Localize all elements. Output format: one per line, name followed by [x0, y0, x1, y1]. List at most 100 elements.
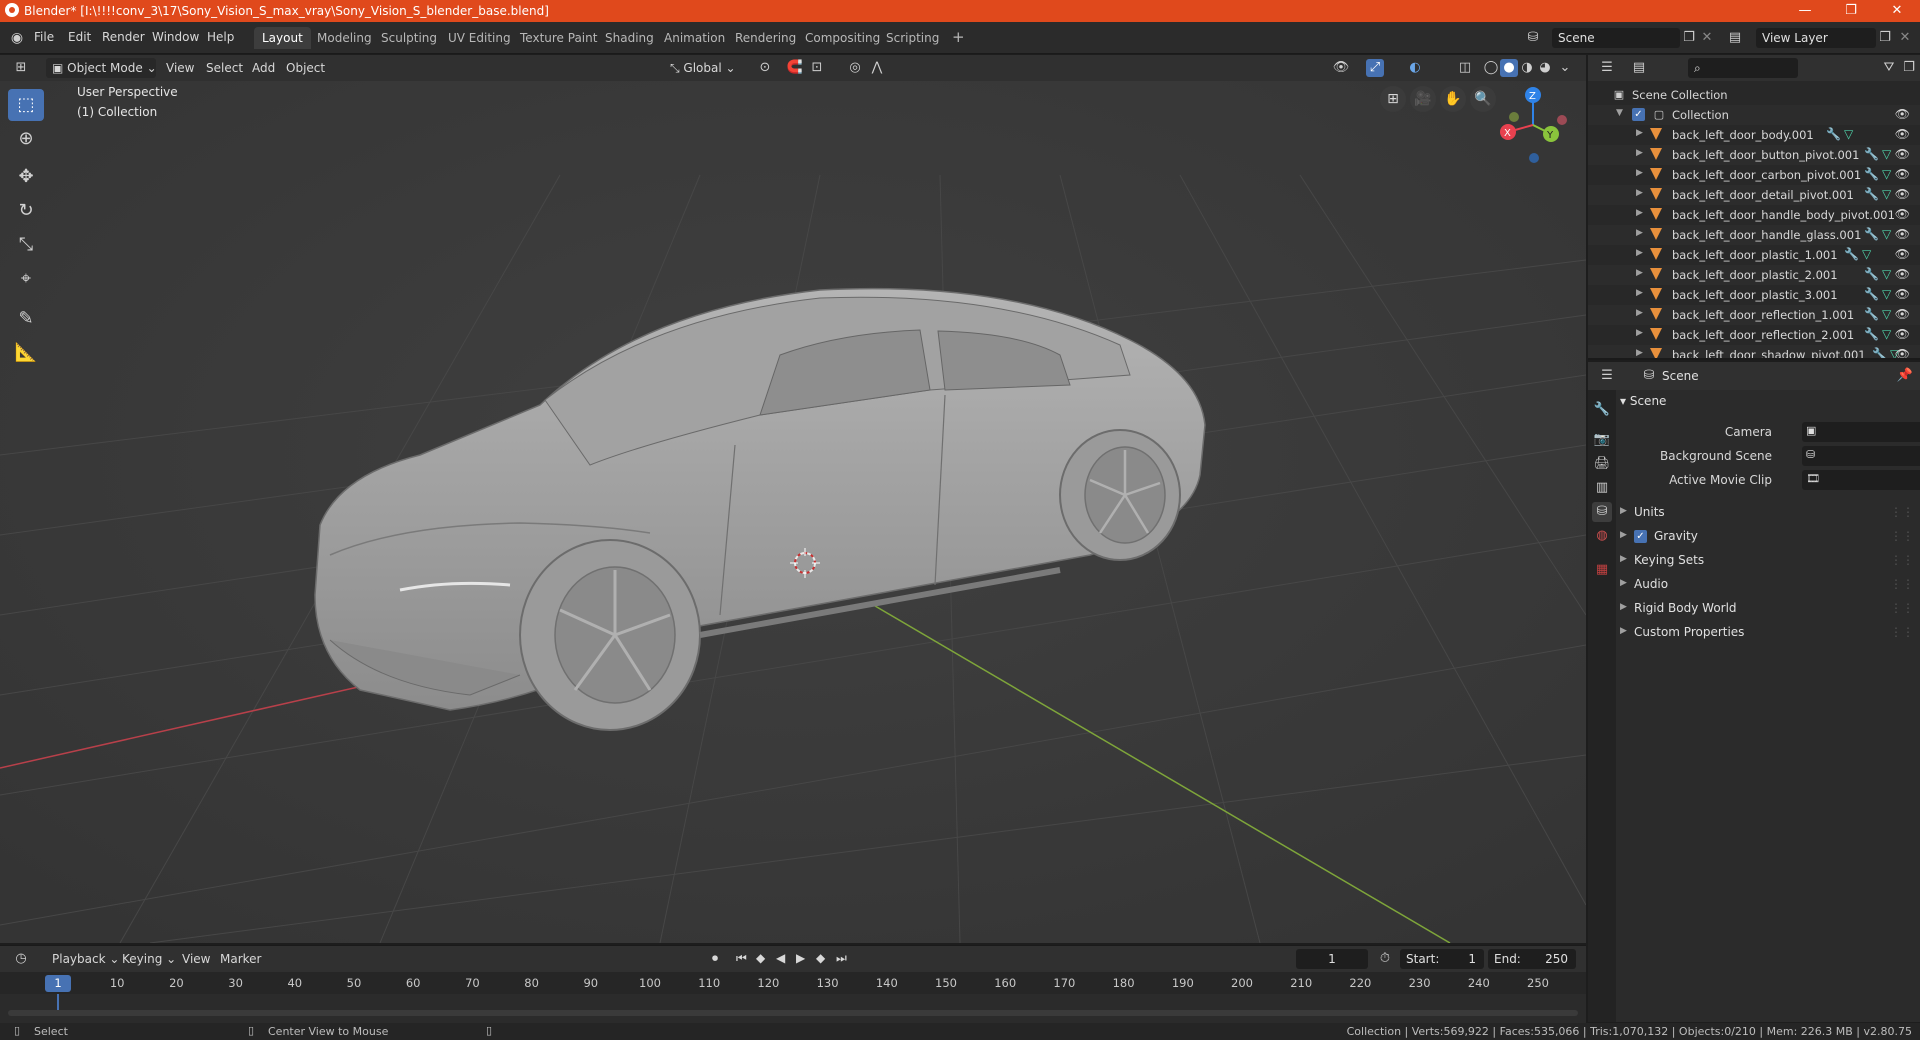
drag-handle-icon[interactable]: ⋮⋮ — [1890, 625, 1914, 639]
tab-layout[interactable]: Layout — [254, 27, 311, 49]
measure-tool-icon[interactable]: 📐 — [8, 337, 44, 369]
eye-icon[interactable]: 👁 — [1895, 327, 1910, 341]
collapse-arrow-icon[interactable]: ▼ — [1616, 108, 1623, 118]
outliner-search-input[interactable]: ⌕ — [1688, 58, 1798, 78]
eye-icon[interactable]: 👁 — [1895, 127, 1910, 141]
snap-target-icon[interactable]: ⊡ — [808, 59, 826, 77]
tab-animation[interactable]: Animation — [656, 27, 733, 49]
mesh-data-icon[interactable]: ▽ — [1882, 307, 1891, 321]
viewport-menu-select[interactable]: Select — [200, 58, 249, 78]
outliner-object-row[interactable]: ▶ back_left_door_plastic_2.001 🔧 ▽ 👁 — [1588, 265, 1920, 285]
expand-arrow-icon[interactable]: ▶ — [1636, 288, 1643, 298]
pivot-point-icon[interactable]: ⊙ — [756, 59, 774, 77]
outliner-object-row[interactable]: ▶ back_left_door_handle_body_pivot.001 👁 — [1588, 205, 1920, 225]
render-tab-icon[interactable]: 📷 — [1592, 430, 1612, 450]
eye-icon[interactable]: 👁 — [1895, 227, 1910, 241]
mesh-data-icon[interactable]: ▽ — [1882, 167, 1891, 181]
expand-arrow-icon[interactable]: ▶ — [1636, 268, 1643, 278]
outliner-object-row[interactable]: ▶ back_left_door_body.001 🔧 ▽ 👁 — [1588, 125, 1920, 145]
snap-icon[interactable]: 🧲 — [786, 59, 804, 77]
mesh-data-icon[interactable]: ▽ — [1862, 247, 1871, 261]
tool-tab-icon[interactable]: 🔧 — [1592, 400, 1612, 420]
outliner-object-row[interactable]: ▶ back_left_door_shadow_pivot.001 🔧 ▽ 👁 — [1588, 345, 1920, 358]
viewport-canvas[interactable]: Z X Y — [0, 55, 1586, 943]
modifier-icon[interactable]: 🔧 — [1864, 287, 1879, 301]
expand-arrow-icon[interactable]: ▶ — [1636, 128, 1643, 138]
toggle-grid-view-icon[interactable]: ⊞ — [1380, 86, 1406, 112]
properties-editor-type-icon[interactable]: ☰ — [1598, 367, 1616, 385]
modifier-icon[interactable]: 🔧 — [1864, 167, 1879, 181]
outliner-collection-row[interactable]: ▼ ✓ ▢ Collection 👁 — [1588, 105, 1920, 125]
tab-rendering[interactable]: Rendering — [727, 27, 804, 49]
camera-view-icon[interactable]: 🎥 — [1410, 86, 1436, 112]
subpanel-audio[interactable]: ▶ Audio ⋮⋮ — [1620, 574, 1914, 596]
current-frame-field[interactable]: 1 — [1296, 949, 1368, 969]
play-reverse-icon[interactable]: ◀ — [776, 951, 785, 965]
play-icon[interactable]: ▶ — [796, 951, 805, 965]
transform-orientation-selector[interactable]: ⤡ Global ⌄ — [664, 58, 742, 78]
viewport-menu-view[interactable]: View — [160, 58, 200, 78]
close-button[interactable]: ✕ — [1874, 0, 1920, 22]
view-layer-icon[interactable]: ▤ — [1726, 29, 1744, 47]
new-collection-icon[interactable]: ❐ — [1900, 59, 1918, 77]
3d-viewport[interactable]: Z X Y ⊞ ▣ Object Mode ⌄ View Select Add … — [0, 55, 1586, 943]
scene-icon[interactable]: ⛁ — [1524, 29, 1542, 47]
transform-tool-icon[interactable]: ⌖ — [8, 263, 44, 295]
expand-arrow-icon[interactable]: ▶ — [1636, 228, 1643, 238]
eye-icon[interactable]: 👁 — [1895, 347, 1910, 358]
start-frame-field[interactable]: Start: 1 — [1400, 949, 1484, 969]
drag-handle-icon[interactable]: ⋮⋮ — [1890, 553, 1914, 567]
shading-options-icon[interactable]: ⌄ — [1556, 59, 1574, 77]
jump-keyframe-back-icon[interactable]: ◆ — [756, 951, 765, 965]
modifier-icon[interactable]: 🔧 — [1864, 187, 1879, 201]
eye-icon[interactable]: 👁 — [1895, 287, 1910, 301]
tab-uv-editing[interactable]: UV Editing — [440, 27, 519, 49]
drag-handle-icon[interactable]: ⋮⋮ — [1890, 505, 1914, 519]
material-shading-icon[interactable]: ◑ — [1518, 59, 1536, 77]
subpanel-custom-properties[interactable]: ▶ Custom Properties ⋮⋮ — [1620, 622, 1914, 644]
select-box-tool-icon[interactable]: ⬚ — [8, 89, 44, 121]
modifier-icon[interactable]: 🔧 — [1864, 267, 1879, 281]
background-scene-field[interactable]: ⛁ — [1802, 446, 1920, 466]
modifier-icon[interactable]: 🔧 — [1844, 247, 1859, 261]
timeline-scrollbar[interactable] — [8, 1010, 1578, 1016]
modifier-icon[interactable]: 🔧 — [1872, 347, 1887, 358]
view-layer-tab-icon[interactable]: ▥ — [1592, 478, 1612, 498]
camera-field[interactable]: ▣✒ — [1802, 422, 1920, 442]
jump-start-icon[interactable]: ⏮ — [736, 951, 747, 966]
tab-modeling[interactable]: Modeling — [309, 27, 380, 49]
preview-range-icon[interactable]: ⏱ — [1376, 950, 1394, 968]
modifier-icon[interactable]: 🔧 — [1864, 227, 1879, 241]
visibility-icon[interactable]: 👁 — [1332, 59, 1350, 77]
falloff-icon[interactable]: ⋀ — [868, 59, 886, 77]
timeline-menu-view[interactable]: View — [176, 949, 216, 969]
outliner-object-row[interactable]: ▶ back_left_door_button_pivot.001 🔧 ▽ 👁 — [1588, 145, 1920, 165]
eye-icon[interactable]: 👁 — [1895, 187, 1910, 201]
outliner-object-row[interactable]: ▶ back_left_door_carbon_pivot.001 🔧 ▽ 👁 — [1588, 165, 1920, 185]
expand-arrow-icon[interactable]: ▶ — [1636, 188, 1643, 198]
drag-handle-icon[interactable]: ⋮⋮ — [1890, 601, 1914, 615]
outliner-object-row[interactable]: ▶ back_left_door_plastic_1.001 🔧 ▽ 👁 — [1588, 245, 1920, 265]
gravity-checkbox[interactable]: ✓ — [1634, 530, 1647, 543]
end-frame-field[interactable]: End: 250 — [1488, 949, 1576, 969]
record-icon[interactable]: ⏺ — [712, 951, 718, 966]
wireframe-shading-icon[interactable]: ◯ — [1482, 59, 1500, 77]
texture-tab-icon[interactable]: ▦ — [1592, 560, 1612, 580]
mode-selector[interactable]: ▣ Object Mode ⌄ — [46, 58, 157, 78]
maximize-button[interactable]: ❐ — [1828, 0, 1874, 22]
timeline-menu-keying[interactable]: Keying ⌄ — [116, 949, 182, 969]
modifier-icon[interactable]: 🔧 — [1864, 307, 1879, 321]
add-workspace-button[interactable]: + — [944, 27, 973, 49]
display-mode-icon[interactable]: ▤ — [1630, 59, 1648, 77]
xray-icon[interactable]: ◫ — [1456, 59, 1474, 77]
scene-panel-header[interactable]: ▾ Scene — [1620, 394, 1914, 416]
mesh-data-icon[interactable]: ▽ — [1844, 127, 1853, 141]
outliner-object-row[interactable]: ▶ back_left_door_handle_glass.001 🔧 ▽ 👁 — [1588, 225, 1920, 245]
outliner-object-row[interactable]: ▶ back_left_door_reflection_1.001 🔧 ▽ 👁 — [1588, 305, 1920, 325]
jump-end-icon[interactable]: ⏭ — [836, 951, 847, 966]
timeline-menu-marker[interactable]: Marker — [214, 949, 267, 969]
eye-icon[interactable]: 👁 — [1895, 147, 1910, 161]
eye-icon[interactable]: 👁 — [1895, 107, 1910, 121]
zoom-view-icon[interactable]: 🔍 — [1470, 86, 1496, 112]
mesh-data-icon[interactable]: ▽ — [1882, 187, 1891, 201]
